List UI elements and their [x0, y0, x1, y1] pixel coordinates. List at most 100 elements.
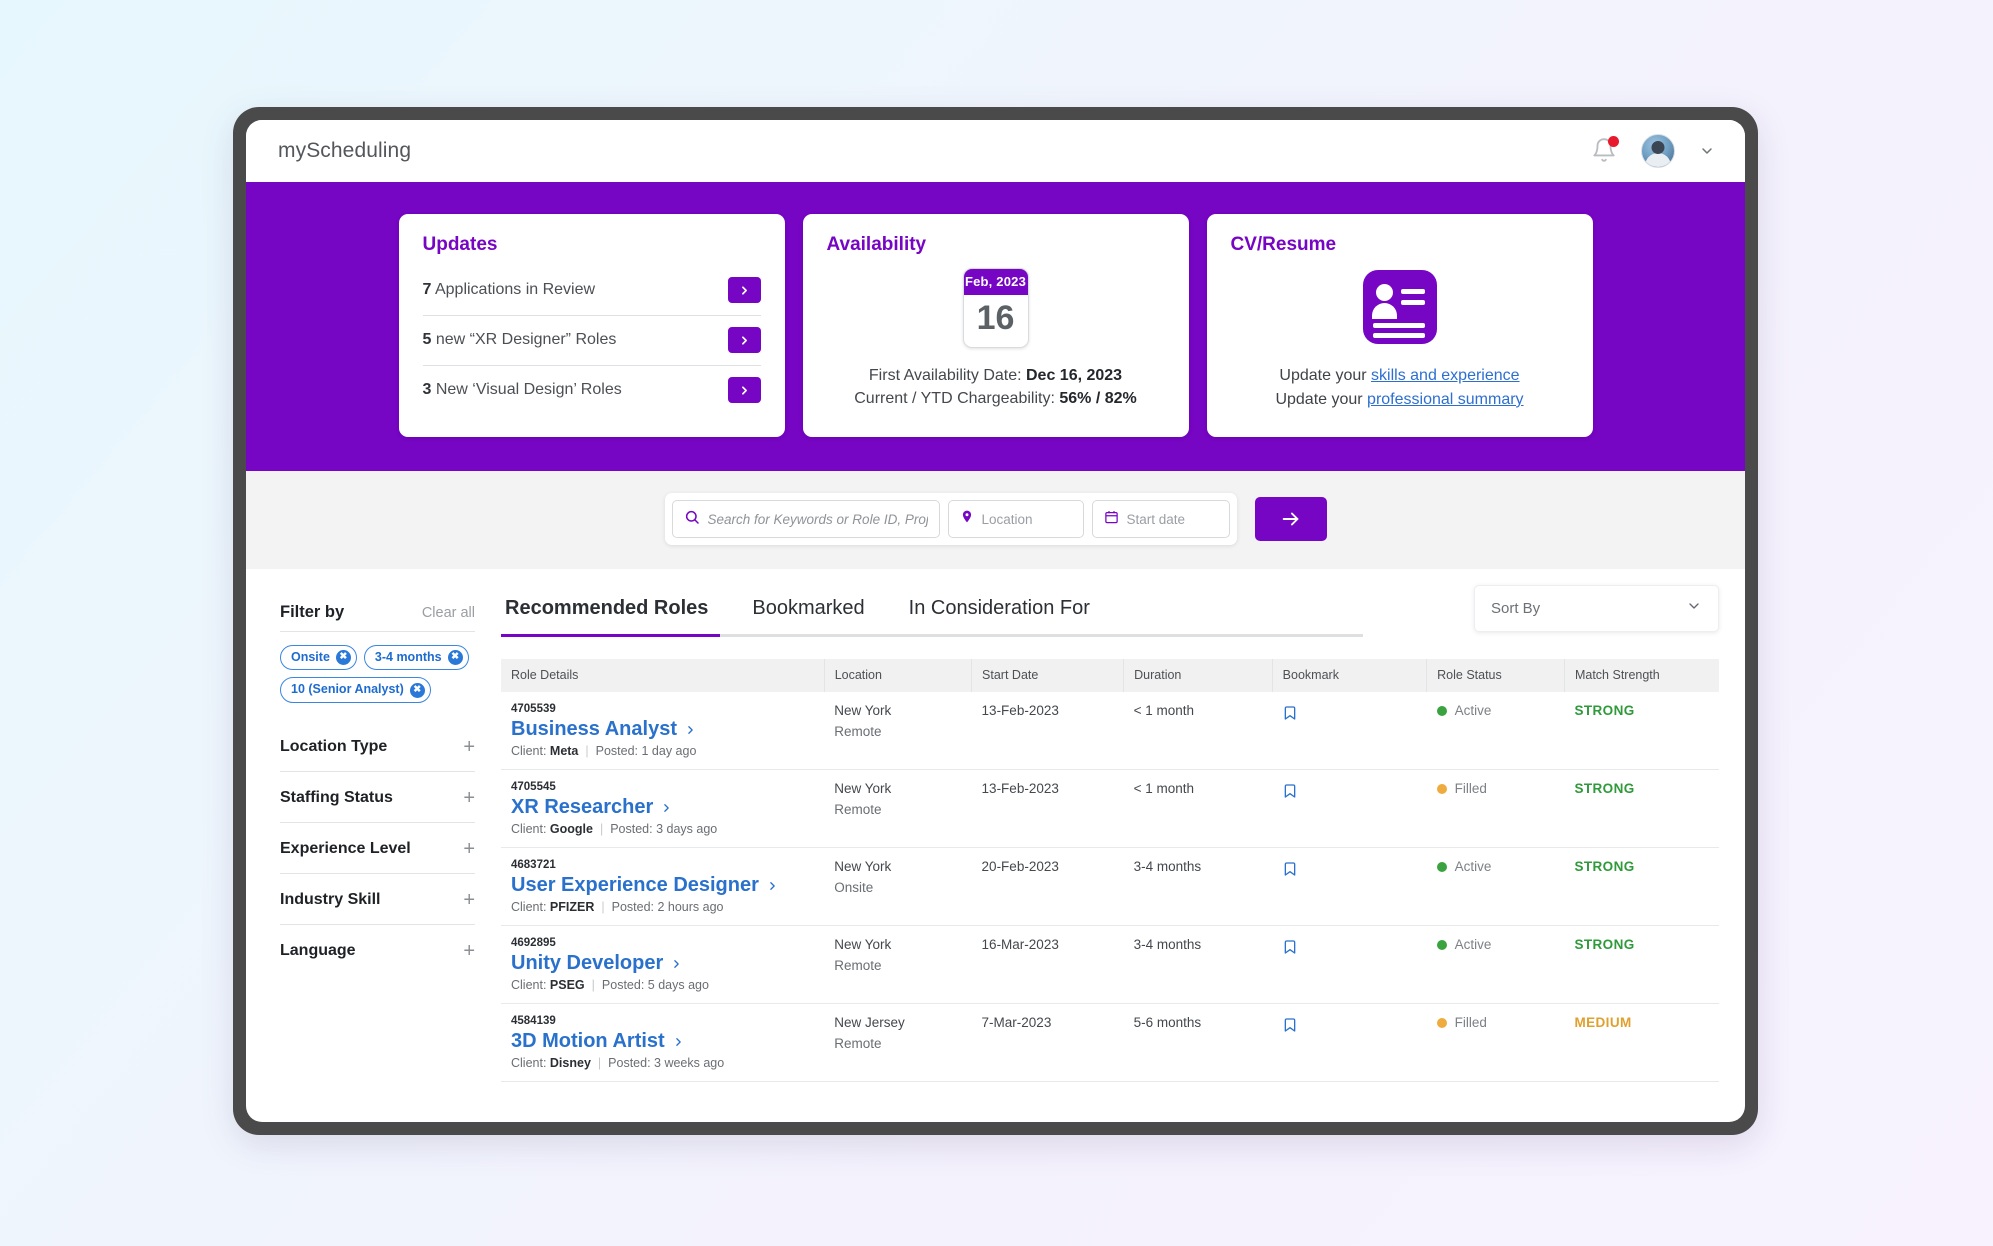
table-row[interactable]: 4683721 User Experience Designer Client:…: [501, 847, 1719, 926]
filter-chip[interactable]: Onsite ✖: [280, 645, 357, 671]
location-main: New Jersey: [834, 1015, 905, 1030]
chevron-right-icon: [688, 725, 693, 734]
client-name: PFIZER: [549, 900, 595, 914]
keywords-field-wrapper[interactable]: [671, 500, 940, 538]
filter-chip[interactable]: 3-4 months ✖: [363, 645, 469, 671]
role-id: 4705539: [511, 703, 556, 715]
update-go-button[interactable]: [727, 377, 761, 403]
role-title-link[interactable]: Business Analyst: [511, 718, 697, 741]
cv-summary-line: Update your professional summary: [1231, 388, 1569, 412]
content-area: Filter by Clear all Onsite ✖ 3-4 months …: [246, 569, 1745, 1082]
bookmark-icon[interactable]: [1282, 937, 1298, 957]
bookmark-icon[interactable]: [1282, 859, 1298, 879]
filter-header: Filter by Clear all: [280, 603, 475, 632]
role-id: 4692895: [511, 937, 556, 949]
location-cell: New York Onsite: [824, 847, 972, 926]
location-sub: Remote: [834, 724, 882, 739]
location-input[interactable]: [981, 511, 1072, 527]
duration-cell: 3-4 months: [1123, 847, 1273, 926]
expand-plus-icon[interactable]: +: [463, 839, 475, 859]
tab-in-consideration-for[interactable]: In Consideration For: [909, 597, 1090, 620]
table-row[interactable]: 4705539 Business Analyst Client: Meta | Po…: [501, 692, 1719, 770]
facet-language[interactable]: Language +: [280, 925, 475, 975]
location-field-wrapper[interactable]: [947, 500, 1084, 538]
table-row[interactable]: 4692895 Unity Developer Client: PSEG | Pos…: [501, 925, 1719, 1004]
start-date-cell: 16-Mar-2023: [971, 925, 1124, 1004]
sort-by-dropdown[interactable]: Sort By: [1474, 585, 1719, 632]
search-input[interactable]: [707, 511, 928, 527]
expand-plus-icon[interactable]: +: [463, 890, 475, 910]
status-badge: Filled: [1436, 781, 1487, 796]
location-cell: New Jersey Remote: [824, 1003, 972, 1082]
updates-card: Updates 7 Applications in Review 5 new “…: [398, 214, 785, 437]
expand-plus-icon[interactable]: +: [463, 941, 475, 961]
role-title-link[interactable]: XR Researcher: [511, 796, 673, 819]
tab-bookmarked[interactable]: Bookmarked: [752, 597, 864, 620]
filter-chip[interactable]: 10 (Senior Analyst) ✖: [280, 677, 431, 703]
update-go-button[interactable]: [727, 327, 761, 353]
filter-by-title: Filter by: [280, 603, 345, 621]
facet-industry-skill[interactable]: Industry Skill +: [280, 874, 475, 925]
bookmark-cell: [1272, 769, 1427, 848]
clear-all-filters-link[interactable]: Clear all: [422, 605, 475, 621]
user-avatar[interactable]: [1641, 134, 1675, 168]
table-row[interactable]: 4705545 XR Researcher Client: Google | Pos…: [501, 769, 1719, 848]
status-badge: Filled: [1436, 1015, 1487, 1030]
tab-recommended-roles[interactable]: Recommended Roles: [505, 597, 708, 620]
tablet-screen: myScheduling Updates 7 Applications in R…: [246, 120, 1745, 1122]
search-submit-button[interactable]: [1254, 497, 1327, 541]
chargeability-value: 56% / 82%: [1059, 390, 1137, 408]
profile-chevron-down-icon[interactable]: [1699, 143, 1715, 159]
col-location: Location: [823, 659, 973, 692]
search-icon: [684, 509, 700, 530]
skills-and-experience-link[interactable]: skills and experience: [1371, 367, 1520, 384]
facet-staffing-status[interactable]: Staffing Status +: [280, 772, 475, 823]
role-meta: Client: PSEG | Posted: 5 days ago: [511, 978, 709, 992]
role-details-cell: 4683721 User Experience Designer Client:…: [501, 847, 825, 926]
calendar-icon: [1104, 509, 1119, 530]
filter-sidebar: Filter by Clear all Onsite ✖ 3-4 months …: [280, 597, 475, 961]
startdate-field-wrapper[interactable]: [1091, 500, 1230, 538]
client-name: Disney: [549, 1056, 591, 1070]
remove-chip-icon[interactable]: ✖: [409, 682, 425, 698]
facet-location-type[interactable]: Location Type +: [280, 721, 475, 772]
role-details-cell: 4692895 Unity Developer Client: PSEG | Pos…: [501, 925, 825, 1004]
col-role-status: Role Status: [1426, 659, 1565, 692]
chevron-down-icon: [1686, 598, 1702, 619]
role-status-cell: Filled: [1426, 1003, 1565, 1082]
remove-chip-icon[interactable]: ✖: [335, 650, 351, 666]
role-title-link[interactable]: User Experience Designer: [511, 874, 779, 897]
notification-bell-icon[interactable]: [1591, 136, 1619, 166]
role-title-link[interactable]: 3D Motion Artist: [511, 1030, 685, 1053]
startdate-input[interactable]: [1126, 511, 1218, 527]
filter-chip-label: 3-4 months: [374, 650, 442, 664]
professional-summary-link[interactable]: professional summary: [1367, 391, 1524, 408]
posted-time: Posted: 3 days ago: [610, 822, 718, 836]
update-go-button[interactable]: [727, 277, 761, 303]
status-label: Filled: [1454, 781, 1487, 796]
table-row[interactable]: 4584139 3D Motion Artist Client: Disney |…: [501, 1003, 1719, 1082]
posted-time: Posted: 3 weeks ago: [608, 1056, 725, 1070]
first-availability-value: Dec 16, 2023: [1026, 367, 1123, 384]
calendar-icon: Feb, 2023 16: [962, 268, 1029, 348]
bookmark-cell: [1272, 925, 1427, 1004]
role-details-cell: 4705545 XR Researcher Client: Google | Pos…: [501, 769, 825, 848]
cv-skills-line: Update your skills and experience: [1231, 364, 1569, 388]
bookmark-icon[interactable]: [1282, 781, 1298, 801]
bookmark-icon[interactable]: [1282, 1015, 1298, 1035]
role-title-link[interactable]: Unity Developer: [511, 952, 683, 975]
facet-label: Staffing Status: [280, 788, 393, 806]
chargeability-line: Current / YTD Chargeability: 56% / 82%: [827, 387, 1165, 410]
match-strength-value: STRONG: [1574, 703, 1635, 718]
expand-plus-icon[interactable]: +: [463, 737, 475, 757]
role-meta: Client: Google | Posted: 3 days ago: [511, 822, 718, 836]
filter-chip-label: 10 (Senior Analyst): [291, 682, 404, 697]
id-card-icon: [1362, 270, 1437, 344]
match-strength-value: STRONG: [1574, 781, 1635, 796]
col-role-details: Role Details: [501, 659, 825, 692]
bookmark-icon[interactable]: [1282, 703, 1298, 723]
status-dot-icon: [1436, 939, 1447, 950]
expand-plus-icon[interactable]: +: [463, 788, 475, 808]
remove-chip-icon[interactable]: ✖: [447, 650, 463, 666]
facet-experience-level[interactable]: Experience Level +: [280, 823, 475, 874]
